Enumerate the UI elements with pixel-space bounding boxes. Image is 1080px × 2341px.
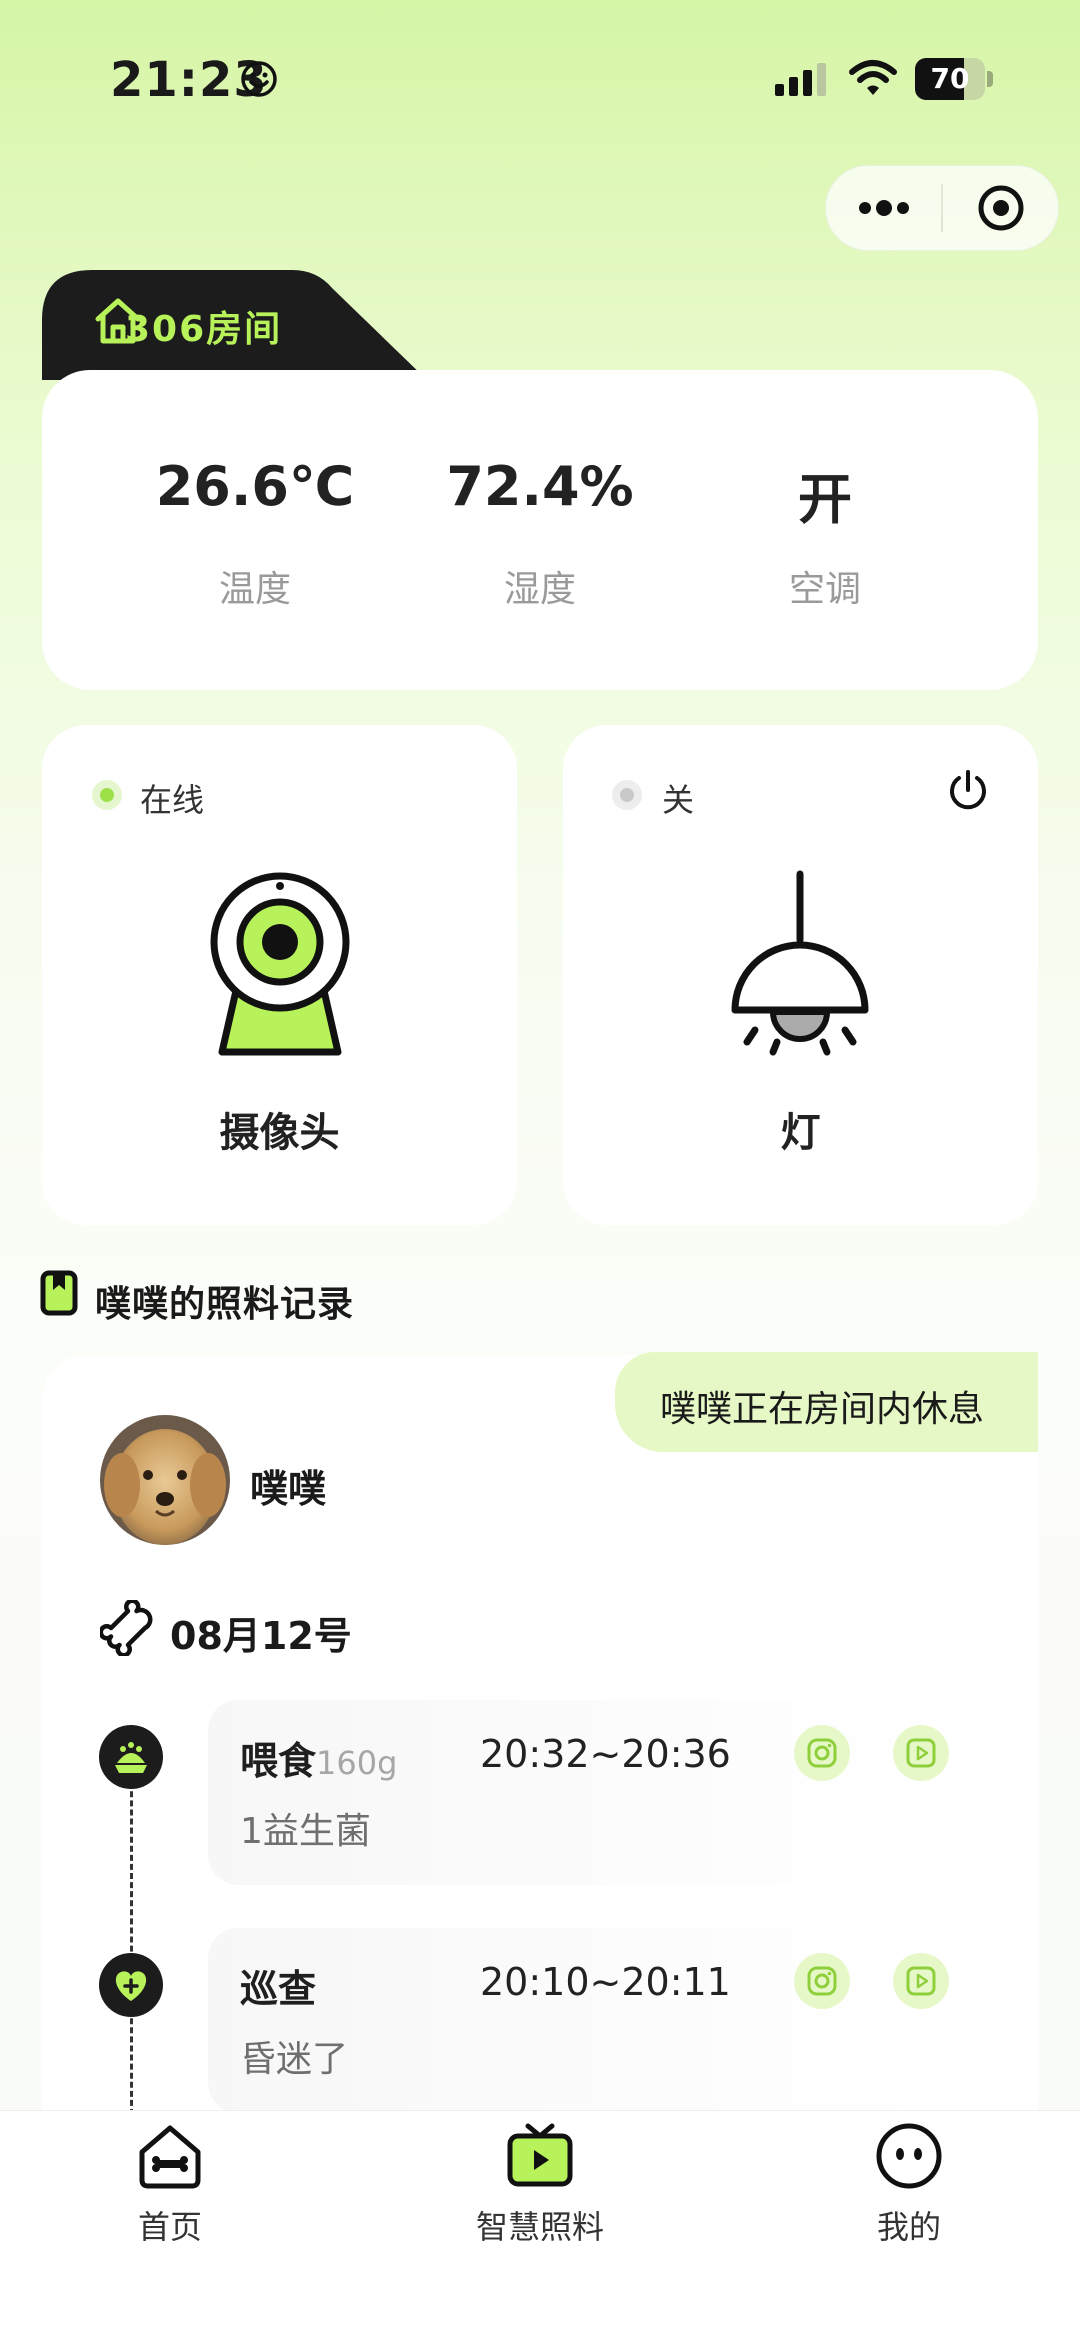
temperature-stat: 26.6℃	[125, 455, 385, 518]
light-name: 灯	[780, 1110, 821, 1156]
battery-percent: 70	[930, 62, 970, 95]
battery-indicator: 70	[915, 58, 993, 100]
record-amount: 160g	[316, 1744, 398, 1782]
camera-photo-icon	[807, 1966, 837, 1996]
miniprogram-capsule	[825, 165, 1059, 251]
section-title: 噗噗的照料记录	[95, 1284, 355, 1325]
room-title[interactable]: 306房间	[125, 300, 282, 352]
camera-status-dot	[92, 780, 122, 810]
record-time: 20:10~20:11	[480, 1960, 731, 2004]
record-date: 08月12号	[170, 1614, 352, 1658]
humidity-label: 湿度	[503, 569, 576, 610]
nav-home-label: 首页	[137, 2208, 202, 2246]
photo-button[interactable]	[794, 1725, 850, 1781]
ac-value: 开	[798, 468, 852, 531]
video-play-icon	[906, 1966, 936, 1996]
video-button[interactable]	[893, 1725, 949, 1781]
temperature-label: 温度	[218, 569, 291, 610]
close-miniprogram-button[interactable]	[943, 165, 1058, 251]
tv-play-icon	[507, 2123, 573, 2187]
power-button[interactable]	[946, 768, 990, 812]
humidity-stat: 72.4%	[410, 455, 670, 518]
humidity-value: 72.4%	[446, 455, 634, 518]
nav-smart-care[interactable]: 智慧照料	[440, 2120, 640, 2248]
more-dots-icon	[858, 200, 909, 216]
dog-photo	[100, 1415, 230, 1545]
camera-icon	[210, 872, 350, 1056]
lamp-icon	[731, 870, 869, 1056]
camera-photo-icon	[807, 1738, 837, 1768]
ac-stat: 开	[695, 455, 955, 534]
pet-status-message: 噗噗正在房间内休息	[660, 1389, 985, 1430]
record-title: 喂食160g	[240, 1730, 397, 1785]
target-circle-icon	[978, 185, 1023, 231]
face-icon	[876, 2123, 942, 2189]
record-note: 昏迷了	[240, 2039, 349, 2080]
wifi-icon	[849, 60, 897, 95]
timeline-line	[130, 1755, 133, 2115]
pet-name: 噗噗	[250, 1467, 327, 1511]
heart-plus-icon	[99, 1953, 163, 2017]
smiley-icon	[241, 61, 277, 97]
camera-status: 在线	[140, 781, 205, 819]
temperature-value: 26.6℃	[155, 455, 355, 518]
nav-mine-label: 我的	[876, 2208, 941, 2246]
more-button[interactable]	[826, 165, 941, 251]
video-play-icon	[906, 1738, 936, 1768]
food-bowl-icon	[99, 1725, 163, 1789]
light-status: 关	[662, 781, 695, 819]
record-type: 喂食	[240, 1739, 317, 1783]
photo-button[interactable]	[794, 1953, 850, 2009]
light-status-dot	[612, 780, 642, 810]
ac-label: 空调	[788, 569, 861, 610]
bone-icon	[100, 1600, 153, 1656]
nav-smart-care-label: 智慧照料	[475, 2208, 604, 2246]
pet-avatar[interactable]	[100, 1415, 230, 1545]
nav-mine[interactable]: 我的	[809, 2120, 1009, 2248]
record-time: 20:32~20:36	[480, 1732, 731, 1776]
record-title: 巡查	[240, 1958, 316, 2013]
camera-name: 摄像头	[219, 1110, 340, 1156]
nav-home[interactable]: 首页	[70, 2120, 270, 2248]
cellular-signal-icon	[775, 63, 826, 96]
record-type: 巡查	[240, 1967, 317, 2011]
bookmark-book-icon	[40, 1270, 78, 1316]
video-button[interactable]	[893, 1953, 949, 2009]
record-note: 1益生菌	[240, 1811, 371, 1852]
home-bone-icon	[139, 2125, 201, 2189]
